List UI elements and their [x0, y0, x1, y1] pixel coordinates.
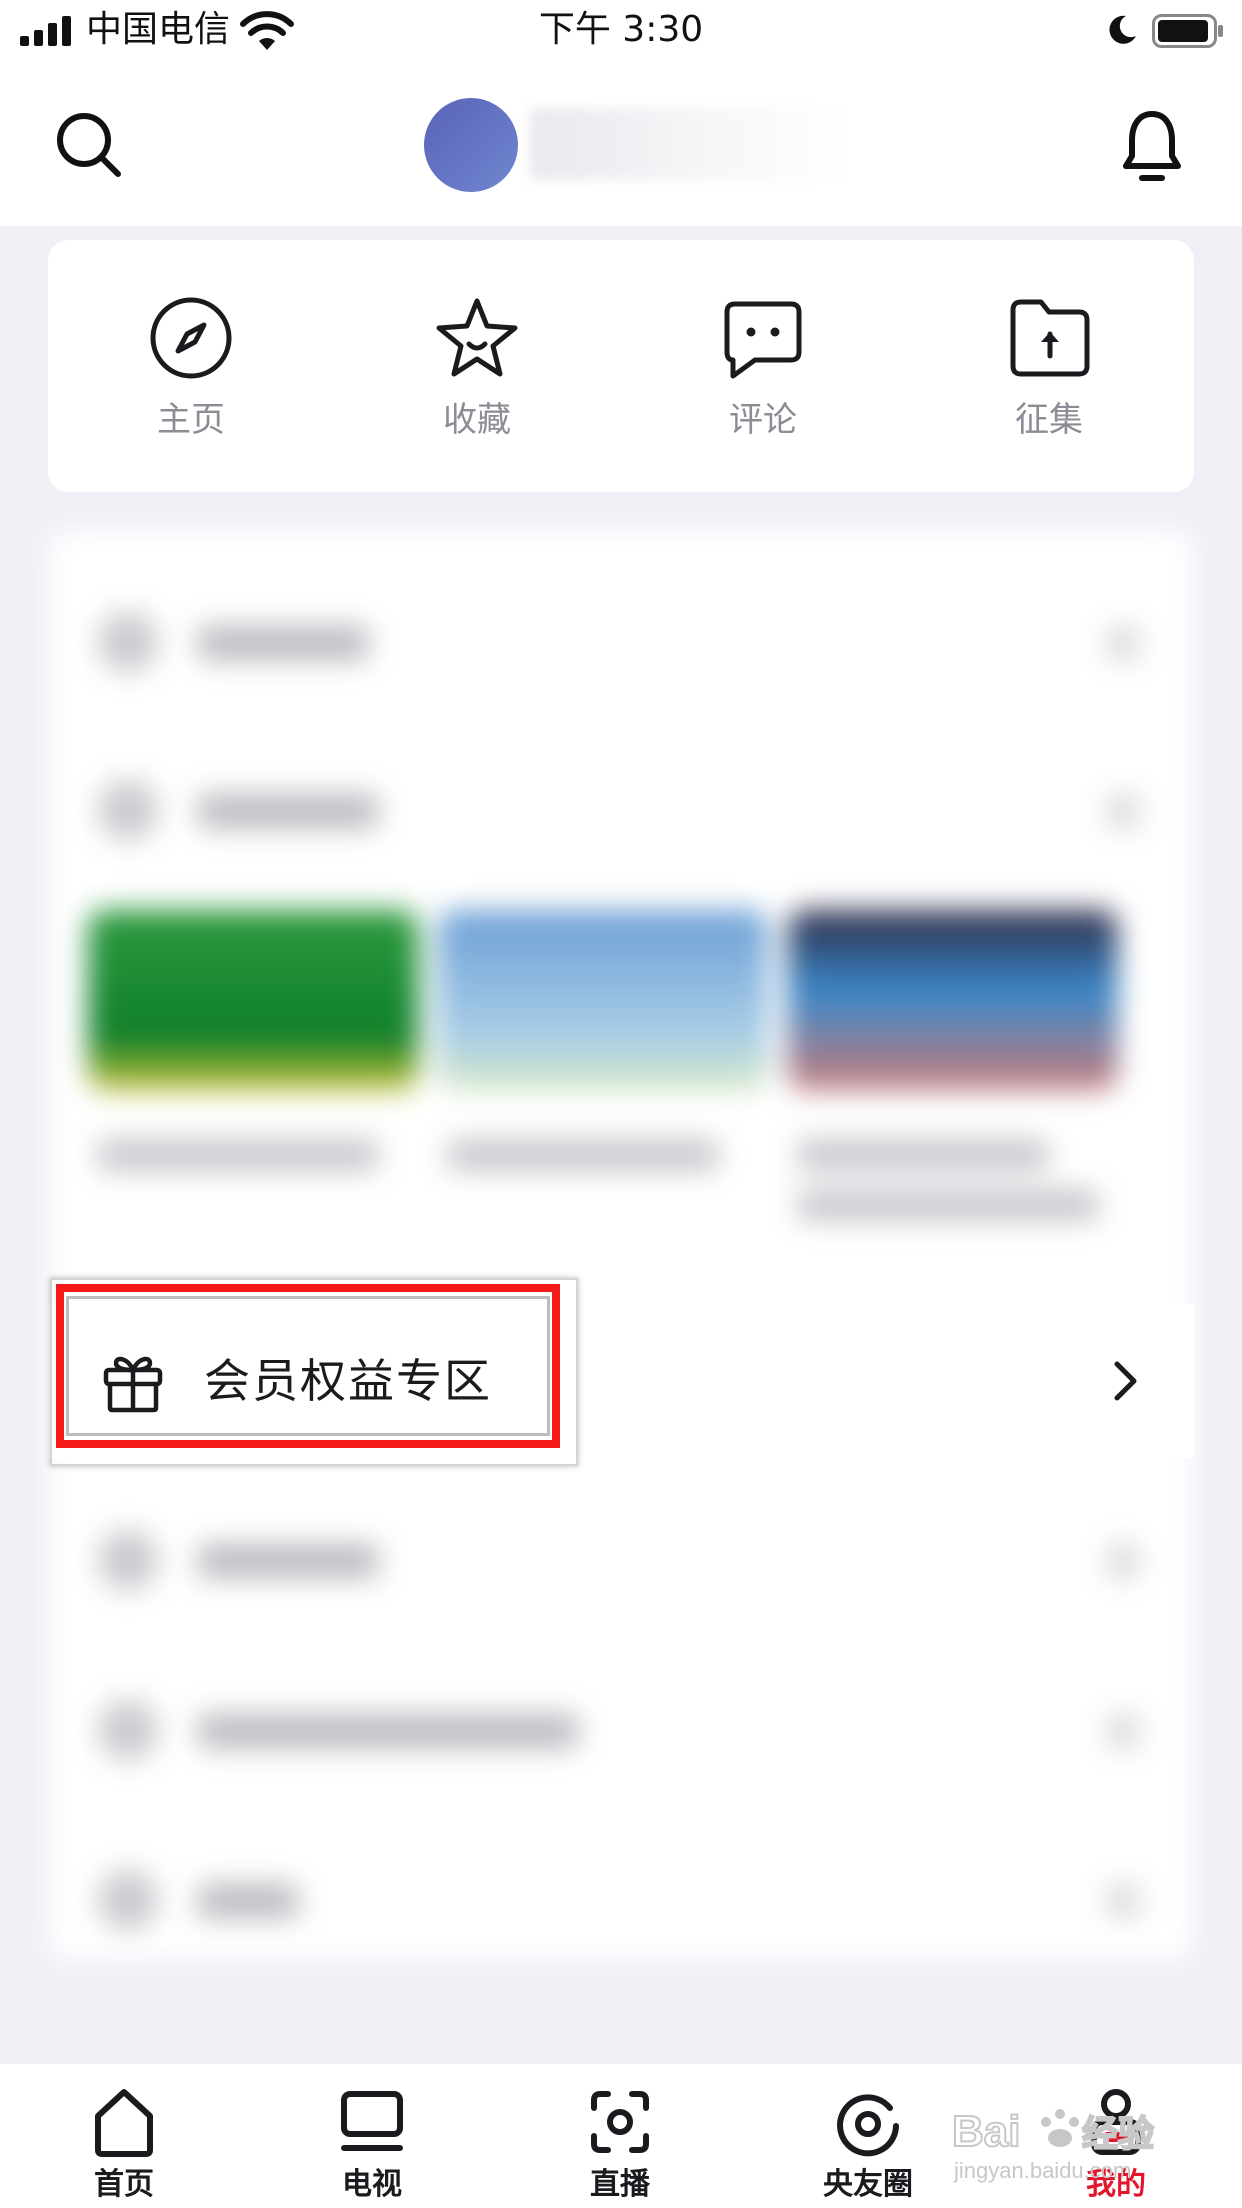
home-icon	[95, 2089, 153, 2157]
compass-icon	[150, 297, 232, 379]
tv-icon	[341, 2091, 403, 2151]
svg-text:经验: 经验	[1082, 2113, 1154, 2154]
blurred-menu-row	[98, 780, 1138, 840]
blurred-menu-row	[98, 1870, 1138, 1930]
blurred-menu-row	[98, 612, 1138, 672]
tab-home[interactable]: 首页	[0, 2064, 248, 2208]
tab-tv[interactable]: 电视	[248, 2064, 496, 2208]
quick-link-label: 征集	[1015, 400, 1083, 440]
status-time: 下午 3:30	[538, 9, 704, 50]
moon-icon	[1109, 15, 1136, 44]
status-bar: 中国电信 下午 3:30	[0, 0, 1242, 62]
blurred-menu-row	[98, 1700, 1138, 1760]
search-icon[interactable]	[54, 110, 124, 180]
username-blurred	[530, 108, 850, 180]
tab-label: 电视	[342, 2167, 402, 2202]
battery-icon	[1152, 14, 1223, 48]
highlight-frame-inner	[66, 1296, 550, 1436]
quick-link-comments[interactable]: 评论	[620, 240, 906, 492]
svg-text:jingyan.baidu.com: jingyan.baidu.com	[953, 2158, 1131, 2183]
upload-folder-icon	[1010, 299, 1090, 377]
profile-header	[0, 62, 1242, 226]
quick-link-favorites[interactable]: 收藏	[334, 240, 620, 492]
quick-links-card: 主页 收藏 评论 征集	[48, 240, 1194, 492]
blurred-menu-row	[98, 1530, 1138, 1590]
svg-text:Bai: Bai	[952, 2107, 1020, 2156]
quick-link-home[interactable]: 主页	[48, 240, 334, 492]
quick-link-submissions[interactable]: 征集	[906, 240, 1192, 492]
circle-icon	[837, 2094, 899, 2157]
star-icon	[436, 298, 518, 377]
tab-label: 直播	[590, 2167, 650, 2202]
quick-link-label: 主页	[157, 400, 225, 440]
blurred-thumbnail	[438, 910, 768, 1090]
baidu-watermark-logo: Bai 经验 jingyan.baidu.com	[951, 2106, 1155, 2183]
blurred-menu-card	[48, 530, 1194, 1960]
bell-icon[interactable]	[1122, 108, 1182, 184]
comment-icon	[724, 301, 802, 379]
blurred-thumbnail	[788, 910, 1118, 1090]
live-icon	[591, 2091, 649, 2153]
chevron-right-icon	[1114, 1361, 1137, 1401]
tab-label: 首页	[94, 2167, 154, 2202]
blurred-thumbnail	[88, 910, 418, 1090]
quick-link-label: 收藏	[443, 400, 511, 440]
avatar[interactable]	[424, 98, 518, 192]
quick-link-label: 评论	[729, 400, 797, 440]
tab-live[interactable]: 直播	[496, 2064, 744, 2208]
